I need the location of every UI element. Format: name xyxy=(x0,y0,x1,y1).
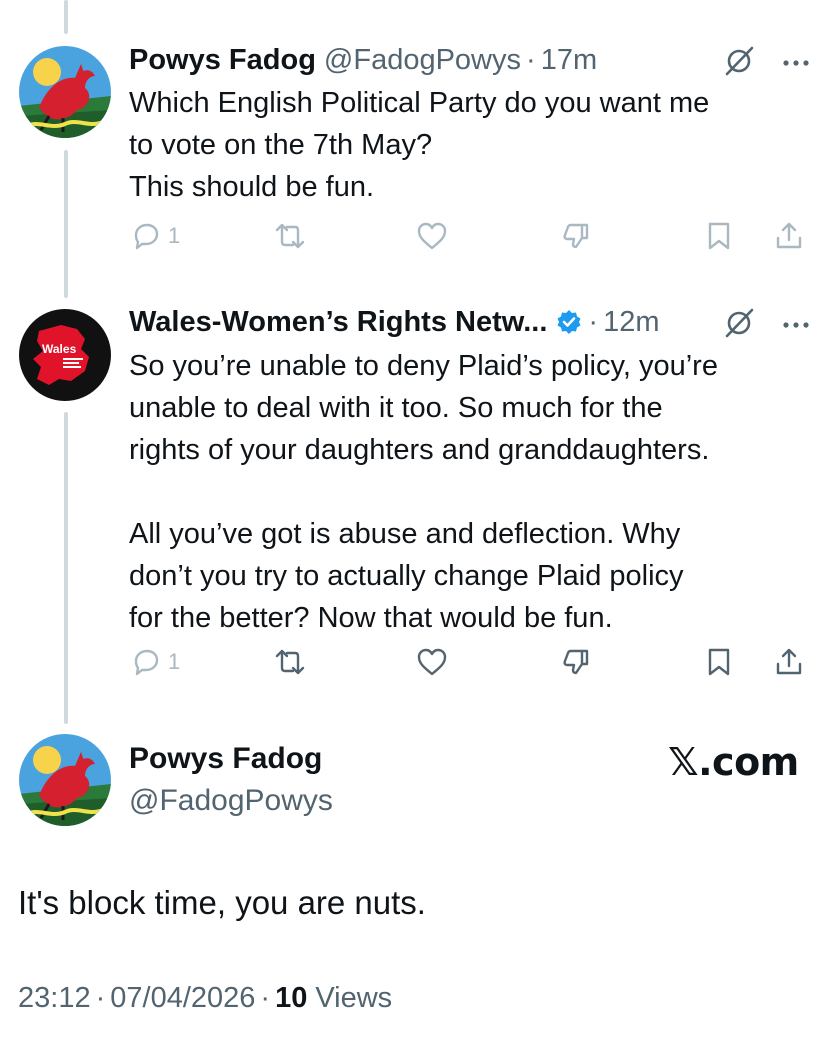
reply-button[interactable]: 1 xyxy=(130,220,180,252)
like-icon xyxy=(417,222,447,250)
reply-count: 1 xyxy=(168,223,181,248)
share-icon xyxy=(776,648,802,675)
tweet-line: to vote on the 7th May? xyxy=(129,129,433,161)
tweet-1-header-icons xyxy=(722,44,810,83)
main-author-name[interactable]: Powys Fadog xyxy=(129,742,322,776)
dislike-button[interactable] xyxy=(560,220,592,252)
tweet-line: All you’ve got is abuse and deflection. … xyxy=(129,518,681,550)
dislike-icon xyxy=(563,649,589,675)
retweet-button[interactable] xyxy=(273,220,307,252)
tweet-2-text: So you’re unable to deny Plaid’s policy,… xyxy=(129,345,809,639)
tweet-line: So you’re unable to deny Plaid’s policy,… xyxy=(129,350,718,382)
like-button[interactable] xyxy=(415,220,449,252)
bookmark-button[interactable] xyxy=(705,220,733,252)
tweet-time[interactable]: 17m xyxy=(541,40,597,80)
tweet-line: don’t you try to actually change Plaid p… xyxy=(129,560,684,592)
main-author-handle[interactable]: @FadogPowys xyxy=(129,784,333,818)
grok-icon[interactable] xyxy=(722,306,756,345)
retweet-icon xyxy=(275,223,305,249)
tweet-line: unable to deal with it too. So much for … xyxy=(129,392,663,424)
like-icon xyxy=(417,648,447,676)
dislike-button[interactable] xyxy=(560,646,592,678)
tweet-2-header-icons xyxy=(722,306,810,345)
avatar-text: Wales xyxy=(42,342,77,356)
tweet-line: This should be fun. xyxy=(129,171,375,203)
tweet-line xyxy=(129,471,809,513)
separator-dot: · xyxy=(95,982,106,1014)
bookmark-icon xyxy=(708,648,730,676)
separator-dot: · xyxy=(588,306,599,338)
tweet-meta: 23:12 · 07/04/2026 · 10 Views xyxy=(18,982,392,1015)
tweet-clock-time[interactable]: 23:12 xyxy=(18,982,91,1015)
thread-line-top xyxy=(64,0,68,34)
retweet-button[interactable] xyxy=(273,646,307,678)
more-icon[interactable] xyxy=(782,317,810,335)
reply-icon xyxy=(134,223,159,250)
tweet-line: rights of your daughters and granddaught… xyxy=(129,434,710,466)
separator-dot: · xyxy=(526,44,536,76)
bookmark-button[interactable] xyxy=(705,646,733,678)
tweet-1-actions: 1 xyxy=(0,220,828,260)
author-name[interactable]: Powys Fadog xyxy=(129,40,316,80)
views-label: Views xyxy=(315,982,393,1014)
avatar-powys-fadog[interactable] xyxy=(19,46,111,138)
author-name[interactable]: Wales-Women’s Rights Netw... xyxy=(129,302,547,342)
share-button[interactable] xyxy=(773,220,805,252)
retweet-icon xyxy=(275,649,305,675)
dragon-avatar-icon xyxy=(19,46,111,138)
grok-icon[interactable] xyxy=(722,44,756,83)
wales-map-avatar-icon: Wales xyxy=(19,309,111,401)
tweet-line: for the better? Now that would be fun. xyxy=(129,602,613,634)
avatar-powys-fadog[interactable] xyxy=(19,734,111,826)
views-count: 10 xyxy=(275,982,308,1014)
tweet-time[interactable]: 12m xyxy=(603,302,659,342)
separator-dot: · xyxy=(260,982,271,1014)
tweet-line: Which English Political Party do you wan… xyxy=(129,87,710,119)
dislike-icon xyxy=(563,223,589,249)
bookmark-icon xyxy=(708,222,730,250)
tweet-1-text: Which English Political Party do you wan… xyxy=(129,82,809,208)
tweet-2-actions: 1 xyxy=(0,646,828,686)
tweet-1-header: Powys Fadog @FadogPowys · 17m xyxy=(129,40,597,80)
verified-badge-icon xyxy=(555,308,583,336)
reply-count: 1 xyxy=(168,649,181,674)
more-icon[interactable] xyxy=(782,55,810,73)
main-tweet-text: It's block time, you are nuts. xyxy=(18,884,426,921)
reply-icon xyxy=(134,649,159,676)
avatar-wales-womens-rights[interactable]: Wales xyxy=(19,309,111,401)
share-button[interactable] xyxy=(773,646,805,678)
share-icon xyxy=(776,222,802,249)
reply-button[interactable]: 1 xyxy=(130,646,180,678)
tweet-date[interactable]: 07/04/2026 xyxy=(110,982,255,1015)
author-handle[interactable]: @FadogPowys xyxy=(324,40,521,80)
dragon-avatar-icon xyxy=(19,734,111,826)
x-com-logo: 𝕏.com xyxy=(668,740,799,784)
tweet-2-header: Wales-Women’s Rights Netw... · 12m xyxy=(129,302,660,342)
like-button[interactable] xyxy=(415,646,449,678)
